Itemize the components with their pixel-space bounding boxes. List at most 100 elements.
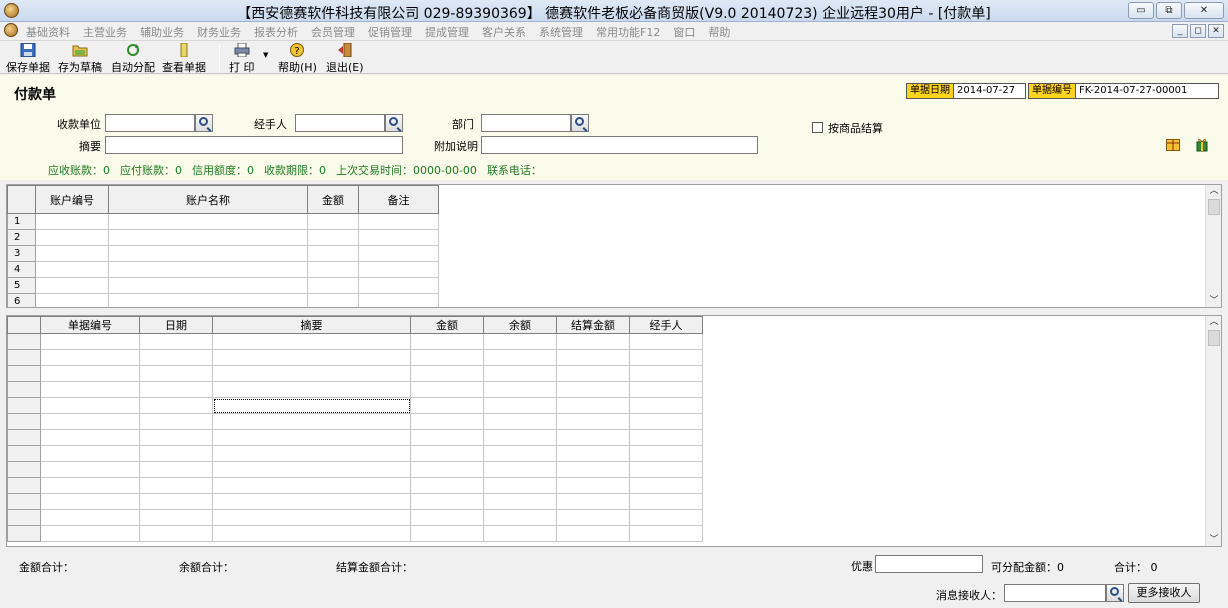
table-cell[interactable]: [108, 229, 308, 246]
table-cell[interactable]: [629, 333, 703, 350]
row-header[interactable]: [7, 365, 41, 382]
menu-item[interactable]: 促销管理: [368, 24, 412, 40]
table-cell[interactable]: [410, 525, 484, 542]
table-cell[interactable]: [629, 445, 703, 462]
document-number-value[interactable]: FK-2014-07-27-00001: [1076, 85, 1190, 96]
table-cell[interactable]: [556, 349, 630, 366]
column-header[interactable]: 账户编号: [35, 185, 109, 214]
row-number[interactable]: 3: [7, 245, 36, 262]
table-cell[interactable]: [212, 365, 411, 382]
menu-item[interactable]: 提成管理: [425, 24, 469, 40]
table-cell[interactable]: [410, 429, 484, 446]
table-cell[interactable]: [139, 445, 213, 462]
minimize-button[interactable]: ▭: [1128, 2, 1154, 19]
table-cell[interactable]: [40, 493, 140, 510]
table-cell[interactable]: [358, 293, 439, 307]
table-cell[interactable]: [139, 397, 213, 414]
table-cell[interactable]: [212, 349, 411, 366]
table-row[interactable]: [7, 477, 703, 494]
table-cell[interactable]: [108, 277, 308, 294]
table-cell[interactable]: [483, 333, 557, 350]
table-cell[interactable]: [629, 397, 703, 414]
table-cell[interactable]: [40, 461, 140, 478]
table-cell[interactable]: [410, 349, 484, 366]
table-cell[interactable]: [410, 509, 484, 526]
table-cell[interactable]: [35, 261, 109, 278]
row-header[interactable]: [7, 461, 41, 478]
table-cell[interactable]: [556, 429, 630, 446]
table-cell[interactable]: [307, 261, 359, 278]
auto-allocate-button[interactable]: 自动分配: [111, 43, 155, 75]
document-grid-scrollbar[interactable]: ︿ ﹀: [1205, 316, 1221, 546]
table-row[interactable]: [7, 365, 703, 382]
menu-item[interactable]: 主营业务: [83, 24, 127, 40]
print-dropdown-arrow[interactable]: ▼: [263, 51, 268, 59]
table-cell[interactable]: [108, 213, 308, 230]
table-cell[interactable]: [629, 413, 703, 430]
menu-item[interactable]: 辅助业务: [140, 24, 184, 40]
table-cell[interactable]: [556, 333, 630, 350]
table-row[interactable]: [7, 493, 703, 510]
table-cell[interactable]: [483, 429, 557, 446]
table-cell[interactable]: [358, 277, 439, 294]
table-cell[interactable]: [556, 493, 630, 510]
table-row[interactable]: [7, 461, 703, 478]
grid-layout-icon[interactable]: [1166, 139, 1180, 151]
column-header[interactable]: 单据编号: [40, 316, 140, 334]
row-header[interactable]: [7, 413, 41, 430]
table-cell[interactable]: [483, 477, 557, 494]
table-cell[interactable]: [307, 229, 359, 246]
document-icon[interactable]: [4, 23, 18, 37]
table-row[interactable]: [7, 413, 703, 430]
note-input[interactable]: [481, 136, 758, 154]
table-cell[interactable]: [410, 445, 484, 462]
document-grid[interactable]: 单据编号 日期 摘要 金额 余额 结算金额 经手人 ︿ ﹀: [6, 315, 1222, 547]
table-row[interactable]: [7, 349, 703, 366]
recipient-input[interactable]: [1004, 584, 1106, 602]
table-cell[interactable]: [483, 509, 557, 526]
table-cell[interactable]: [483, 413, 557, 430]
table-cell[interactable]: [212, 429, 411, 446]
row-header[interactable]: [7, 525, 41, 542]
table-cell[interactable]: [629, 381, 703, 398]
scroll-thumb[interactable]: [1208, 199, 1220, 215]
row-number[interactable]: 2: [7, 229, 36, 246]
menu-item[interactable]: 窗口: [673, 24, 695, 40]
row-header[interactable]: [7, 477, 41, 494]
scroll-down-icon[interactable]: ﹀: [1206, 295, 1221, 307]
table-cell[interactable]: [40, 509, 140, 526]
table-row[interactable]: 1: [7, 213, 439, 230]
table-cell[interactable]: [556, 381, 630, 398]
scroll-up-icon[interactable]: ︿: [1206, 185, 1221, 197]
scroll-thumb[interactable]: [1208, 330, 1220, 346]
menu-item[interactable]: 财务业务: [197, 24, 241, 40]
table-cell[interactable]: [212, 333, 411, 350]
close-button[interactable]: ✕: [1184, 2, 1224, 19]
table-row[interactable]: 4: [7, 261, 439, 278]
menu-item[interactable]: 系统管理: [539, 24, 583, 40]
table-cell[interactable]: [139, 365, 213, 382]
table-cell[interactable]: [139, 429, 213, 446]
help-button[interactable]: ? 帮助(H): [278, 43, 317, 75]
row-header[interactable]: [7, 429, 41, 446]
row-header[interactable]: [7, 333, 41, 350]
table-cell[interactable]: [483, 381, 557, 398]
table-cell[interactable]: [35, 229, 109, 246]
table-cell[interactable]: [212, 461, 411, 478]
table-cell[interactable]: [40, 525, 140, 542]
table-cell[interactable]: [410, 333, 484, 350]
column-header[interactable]: 备注: [358, 185, 439, 214]
view-document-button[interactable]: 查看单据: [162, 43, 206, 75]
menu-item[interactable]: 会员管理: [311, 24, 355, 40]
row-header[interactable]: [7, 509, 41, 526]
print-button[interactable]: 打 印: [229, 43, 255, 75]
table-cell[interactable]: [629, 461, 703, 478]
save-button[interactable]: 保存单据: [6, 43, 50, 75]
table-cell[interactable]: [556, 525, 630, 542]
table-cell[interactable]: [629, 429, 703, 446]
table-cell[interactable]: [307, 213, 359, 230]
table-cell[interactable]: [307, 245, 359, 262]
table-row[interactable]: [7, 445, 703, 462]
table-cell[interactable]: [139, 349, 213, 366]
scroll-up-icon[interactable]: ︿: [1206, 316, 1221, 328]
